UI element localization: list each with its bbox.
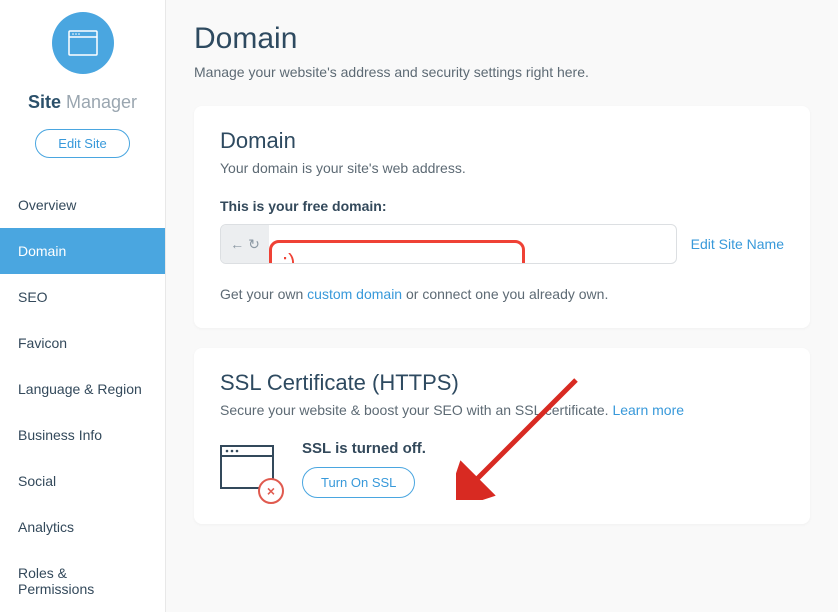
refresh-icon: ↻ (248, 236, 260, 253)
ssl-info: SSL is turned off. Turn On SSL (302, 440, 426, 498)
ssl-card-title: SSL Certificate (HTTPS) (220, 370, 784, 396)
sidebar-header: Site Manager Edit Site (0, 0, 165, 176)
browser-controls: ← ↻ (221, 225, 269, 263)
sidebar-item-business-info[interactable]: Business Info (0, 412, 165, 458)
domain-card-desc: Your domain is your site's web address. (220, 160, 784, 176)
domain-card-title: Domain (220, 128, 784, 154)
ssl-off-badge-icon: × (258, 478, 284, 504)
back-arrow-icon: ← (230, 236, 244, 252)
ssl-body: × SSL is turned off. Turn On SSL (220, 440, 784, 498)
annotation-smiley: :) (282, 249, 295, 264)
page-subtitle: Manage your website's address and securi… (194, 64, 810, 80)
sidebar-item-social[interactable]: Social (0, 458, 165, 504)
annotation-highlight-box: :) (269, 240, 525, 264)
edit-site-button[interactable]: Edit Site (35, 129, 129, 158)
sidebar-nav: Overview Domain SEO Favicon Language & R… (0, 182, 165, 612)
ssl-card: SSL Certificate (HTTPS) Secure your webs… (194, 348, 810, 524)
sidebar-item-language-region[interactable]: Language & Region (0, 366, 165, 412)
site-avatar[interactable] (52, 12, 114, 74)
sidebar: Site Manager Edit Site Overview Domain S… (0, 0, 166, 612)
sidebar-item-domain[interactable]: Domain (0, 228, 165, 274)
turn-on-ssl-button[interactable]: Turn On SSL (302, 467, 415, 498)
browser-glyph: × (220, 445, 274, 494)
domain-card: Domain Your domain is your site's web ad… (194, 106, 810, 328)
sidebar-item-favicon[interactable]: Favicon (0, 320, 165, 366)
window-icon (68, 30, 98, 56)
sidebar-item-overview[interactable]: Overview (0, 182, 165, 228)
ssl-card-desc: Secure your website & boost your SEO wit… (220, 402, 784, 418)
domain-browser-bar: ← ↻ :) (220, 224, 677, 264)
domain-row: ← ↻ :) Edit Site Name (220, 224, 784, 264)
sidebar-item-roles-permissions[interactable]: Roles & Permissions (0, 550, 165, 612)
ssl-status-text: SSL is turned off. (302, 440, 426, 457)
sidebar-item-analytics[interactable]: Analytics (0, 504, 165, 550)
edit-site-name-link[interactable]: Edit Site Name (691, 236, 784, 252)
main-content: Domain Manage your website's address and… (166, 0, 838, 612)
sidebar-item-seo[interactable]: SEO (0, 274, 165, 320)
page-title: Domain (194, 22, 810, 56)
custom-domain-help: Get your own custom domain or connect on… (220, 286, 784, 302)
free-domain-label: This is your free domain: (220, 198, 784, 214)
ssl-learn-more-link[interactable]: Learn more (612, 402, 684, 418)
custom-domain-link[interactable]: custom domain (307, 286, 402, 302)
brand-title: Site Manager (28, 92, 137, 113)
